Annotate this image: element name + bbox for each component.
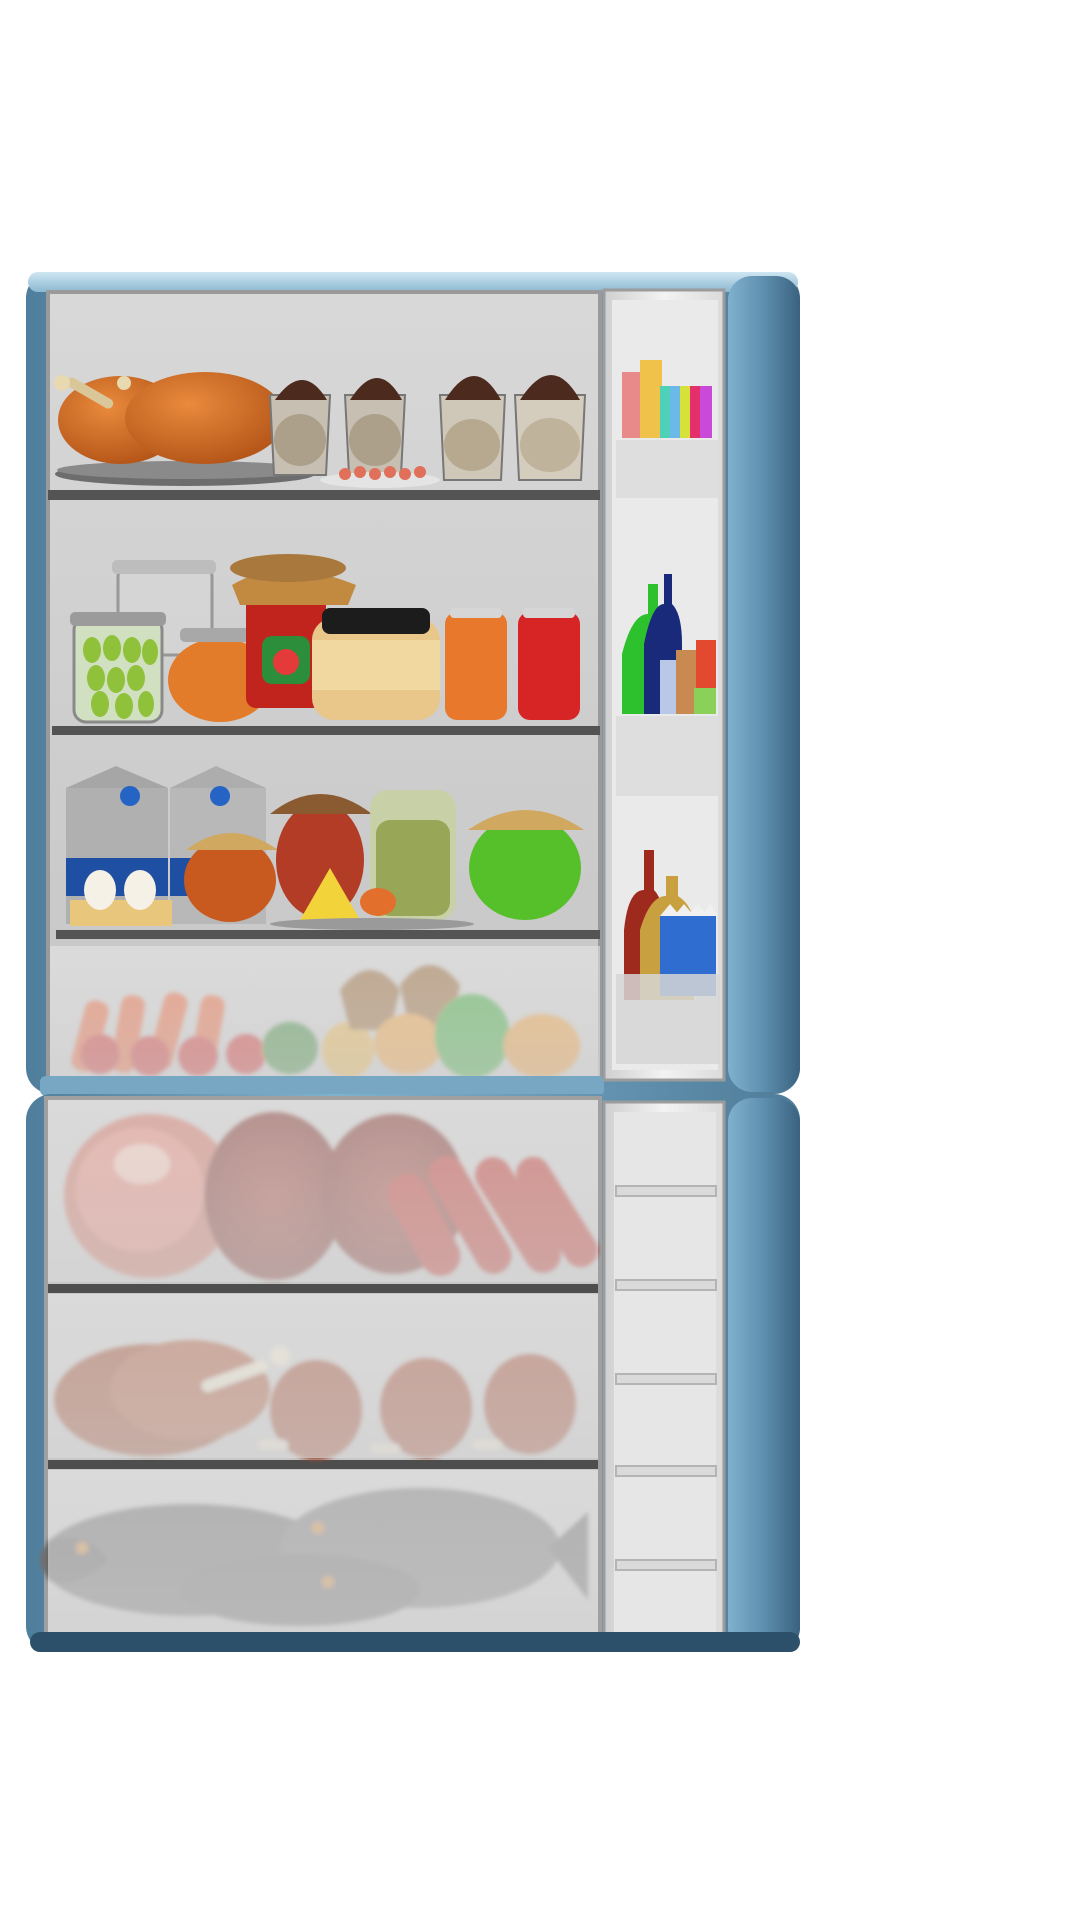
freezer-drawer-1 — [48, 1100, 598, 1282]
fridge-door-top — [602, 288, 726, 1082]
freezer-door — [602, 1100, 726, 1642]
refrigerator-illustration — [0, 0, 1080, 1920]
crisper-drawer — [50, 946, 600, 1078]
freezer-drawer-3 — [40, 1470, 598, 1632]
compartment-divider — [40, 1076, 604, 1096]
freezer-drawer-2 — [48, 1294, 598, 1460]
fridge-base — [30, 1632, 800, 1652]
